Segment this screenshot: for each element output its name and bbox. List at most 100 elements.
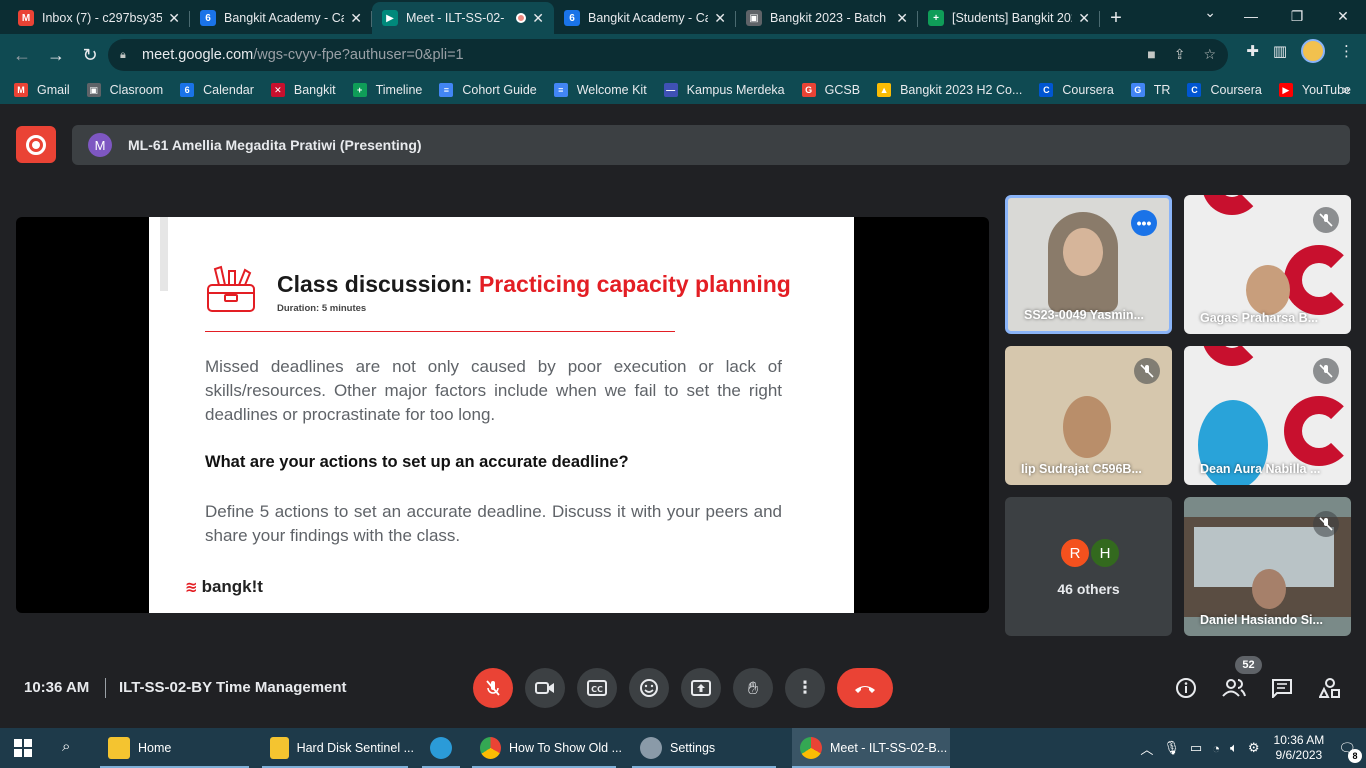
minimize-icon[interactable]: — bbox=[1228, 0, 1274, 32]
presentation-stage[interactable]: Class discussion: Practicing capacity pl… bbox=[16, 217, 989, 613]
participant-video-face bbox=[1246, 265, 1290, 315]
bookmark-item[interactable]: C Coursera bbox=[1187, 83, 1262, 97]
bookmark-item[interactable]: + Timeline bbox=[352, 83, 422, 97]
present-button[interactable] bbox=[681, 668, 721, 708]
share-icon[interactable]: ⇪ bbox=[1174, 46, 1186, 63]
profile-avatar[interactable] bbox=[1301, 39, 1325, 63]
pencil-case-icon bbox=[207, 265, 255, 312]
bookmark-item[interactable]: ▲ Bangkit 2023 H2 Co... bbox=[877, 83, 1022, 97]
chat-icon[interactable] bbox=[1268, 674, 1296, 702]
microphone-icon[interactable]: 🎙︎ bbox=[1163, 740, 1180, 756]
close-window-icon[interactable]: ✕ bbox=[1320, 0, 1366, 32]
bookmark-item[interactable]: G TR bbox=[1130, 83, 1170, 97]
browser-tab[interactable]: M Inbox (7) - c297bsy356 ✕ bbox=[8, 2, 190, 34]
bookmark-item[interactable]: M Gmail bbox=[14, 83, 70, 97]
close-tab-icon[interactable]: ✕ bbox=[168, 10, 180, 27]
browser-menu-icon[interactable]: ⋮ bbox=[1339, 42, 1354, 60]
browser-tab[interactable]: 6 Bangkit Academy - Ca ✕ bbox=[554, 2, 736, 34]
url-path: /wgs-cvyv-fpe?authuser=0&pli=1 bbox=[253, 47, 464, 63]
close-tab-icon[interactable]: ✕ bbox=[1078, 10, 1090, 27]
more-options-icon[interactable]: ••• bbox=[1131, 210, 1157, 236]
bookmark-star-icon[interactable]: ☆ bbox=[1203, 46, 1216, 63]
tray-overflow-icon[interactable]: ︿ bbox=[1140, 739, 1153, 758]
close-tab-icon[interactable]: ✕ bbox=[350, 10, 362, 27]
captions-button[interactable]: CC bbox=[577, 668, 617, 708]
bookmark-item[interactable]: — Kampus Merdeka bbox=[663, 83, 785, 97]
bookmarks-overflow-icon[interactable]: » bbox=[1342, 81, 1350, 97]
windows-start-icon[interactable] bbox=[14, 739, 32, 757]
reactions-button[interactable] bbox=[629, 668, 669, 708]
mic-off-icon bbox=[486, 680, 500, 696]
bookmark-item[interactable]: ▶ YouTube bbox=[1278, 83, 1351, 97]
recording-icon[interactable] bbox=[16, 126, 56, 163]
forward-icon[interactable]: → bbox=[40, 39, 72, 71]
bangkit-logo-text: bangk!t bbox=[201, 577, 263, 596]
browser-tab[interactable]: 6 Bangkit Academy - Ca ✕ bbox=[190, 2, 372, 34]
participant-tile[interactable]: Gagas Praharsa B... bbox=[1184, 195, 1351, 334]
address-bar[interactable]: 🔒︎ meet.google.com/wgs-cvyv-fpe?authuser… bbox=[108, 39, 1228, 71]
taskbar-item[interactable]: Meet - ILT-SS-02-B... bbox=[792, 728, 950, 768]
notification-icon[interactable]: 🗨︎ 8 bbox=[1338, 740, 1362, 763]
bookmark-item[interactable]: C Coursera bbox=[1039, 83, 1114, 97]
browser-toolbar: ← → ↻ 🔒︎ meet.google.com/wgs-cvyv-fpe?au… bbox=[0, 34, 1366, 76]
extensions-icon[interactable]: ✚ bbox=[1246, 42, 1259, 60]
others-tile[interactable]: RH 46 others bbox=[1005, 497, 1172, 636]
more-options-button[interactable]: ⋮ bbox=[785, 668, 825, 708]
new-tab-button[interactable]: + bbox=[1100, 2, 1132, 34]
taskbar-item[interactable]: Settings bbox=[632, 728, 782, 768]
classroom-icon: 6 bbox=[200, 10, 216, 26]
muted-mic-icon bbox=[1313, 358, 1339, 384]
browser-tab[interactable]: + [Students] Bangkit 202 ✕ bbox=[918, 2, 1100, 34]
lock-icon[interactable]: 🔒︎ bbox=[120, 49, 132, 61]
people-icon[interactable] bbox=[1220, 674, 1248, 702]
participant-tile[interactable]: Dean Aura Nabilla ... bbox=[1184, 346, 1351, 485]
battery-icon[interactable]: ▭ bbox=[1190, 740, 1202, 756]
volume-icon[interactable]: 🔈︎ bbox=[1230, 740, 1238, 756]
taskbar-item[interactable] bbox=[422, 728, 466, 768]
meeting-title: ILT-SS-02-BY Time Management bbox=[119, 679, 347, 696]
taskbar-search-icon[interactable]: ⌕ bbox=[62, 738, 70, 755]
participant-tile[interactable]: ••• SS23-0049 Yasmin... bbox=[1005, 195, 1172, 334]
back-icon[interactable]: ← bbox=[6, 39, 38, 71]
browser-tab[interactable]: ▶ Meet - ILT-SS-02- ✕ bbox=[372, 2, 554, 34]
camera-in-use-icon[interactable]: ■ bbox=[1147, 46, 1155, 63]
participant-name: Gagas Praharsa B... bbox=[1200, 311, 1319, 325]
muted-mic-icon bbox=[1313, 207, 1339, 233]
camera-button[interactable] bbox=[525, 668, 565, 708]
bookmark-item[interactable]: ✕ Bangkit bbox=[270, 83, 336, 97]
reload-icon[interactable]: ↻ bbox=[74, 39, 106, 71]
browser-tab[interactable]: ▣ Bangkit 2023 - Batch 2 ✕ bbox=[736, 2, 918, 34]
taskbar-item[interactable]: Hard Disk Sentinel ... bbox=[262, 728, 414, 768]
close-tab-icon[interactable]: ✕ bbox=[896, 10, 908, 27]
system-tray: ︿ 🎙︎ ▭ ◔ 🔈︎ ⚙ 10:36 AM 9/6/2023 🗨︎ 8 bbox=[1130, 728, 1366, 768]
activities-icon[interactable] bbox=[1316, 674, 1344, 702]
sheets-icon: + bbox=[928, 10, 944, 26]
bookmark-item[interactable]: ≡ Welcome Kit bbox=[553, 83, 647, 97]
leave-call-button[interactable] bbox=[837, 668, 893, 708]
close-tab-icon[interactable]: ✕ bbox=[714, 10, 726, 27]
bookmark-item[interactable]: G GCSB bbox=[801, 83, 860, 97]
bookmark-item[interactable]: ▣ Clasroom bbox=[86, 83, 163, 97]
chrome-icon bbox=[800, 737, 822, 759]
participant-name: SS23-0049 Yasmin... bbox=[1024, 308, 1144, 322]
mic-off-button[interactable] bbox=[473, 668, 513, 708]
gmail-icon: M bbox=[14, 83, 28, 97]
raise-hand-button[interactable]: ✋︎ bbox=[733, 668, 773, 708]
restore-icon[interactable]: ❐ bbox=[1274, 0, 1320, 32]
side-panel-icon[interactable]: ▥ bbox=[1273, 42, 1287, 60]
close-tab-icon[interactable]: ✕ bbox=[532, 10, 544, 27]
wifi-icon[interactable]: ◔ bbox=[1212, 741, 1220, 756]
bookmark-item[interactable]: 6 Calendar bbox=[180, 83, 254, 97]
settings-gear-icon[interactable]: ⚙ bbox=[1248, 740, 1260, 756]
meeting-details-icon[interactable] bbox=[1172, 674, 1200, 702]
tab-search-icon[interactable]: ⌄ bbox=[1204, 4, 1216, 21]
taskbar-item[interactable]: Home bbox=[100, 728, 255, 768]
taskbar-item[interactable]: How To Show Old ... bbox=[472, 728, 622, 768]
participant-video-face bbox=[1063, 228, 1103, 276]
participant-tile[interactable]: Iip Sudrajat C596B... bbox=[1005, 346, 1172, 485]
tab-title: [Students] Bangkit 202 bbox=[952, 11, 1073, 25]
participant-tile[interactable]: Daniel Hasiando Si... bbox=[1184, 497, 1351, 636]
bookmark-item[interactable]: ≡ Cohort Guide bbox=[439, 83, 537, 97]
slide-title: Class discussion: Practicing capacity pl… bbox=[277, 271, 791, 298]
system-clock[interactable]: 10:36 AM 9/6/2023 bbox=[1274, 733, 1325, 763]
